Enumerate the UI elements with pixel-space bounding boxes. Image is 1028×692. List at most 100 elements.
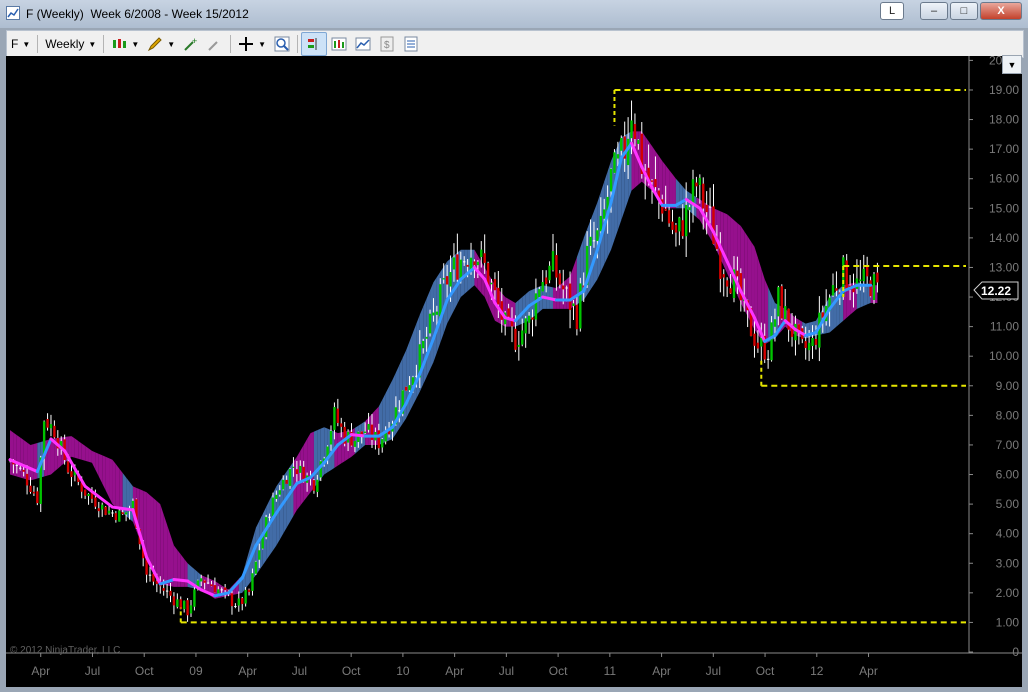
crosshair-button[interactable]: ▼ (234, 33, 270, 55)
candle-body (780, 286, 783, 319)
properties-button[interactable] (399, 33, 423, 55)
candle-body (575, 304, 579, 330)
candle-body (432, 312, 435, 316)
indicators-button[interactable] (351, 33, 375, 55)
band-segment (723, 212, 728, 274)
scroll-down-button[interactable]: ▼ (1002, 55, 1022, 74)
chevron-down-icon: ▼ (131, 39, 140, 49)
band-segment (447, 258, 451, 324)
candle-body (165, 590, 169, 592)
candle-body (548, 265, 551, 281)
time-tick-label: Apr (859, 664, 878, 678)
candle-body (855, 278, 859, 289)
time-tick-label: Oct (549, 664, 568, 678)
bar-style-button[interactable] (301, 32, 328, 56)
candle-body (247, 589, 251, 593)
candle-body (609, 168, 613, 192)
candle-body (565, 287, 568, 289)
candle-body (596, 230, 599, 241)
candle-body (210, 584, 213, 587)
chevron-down-icon: ▼ (22, 39, 31, 49)
price-tick-label: 7.00 (996, 438, 1020, 452)
candle-body (811, 337, 814, 347)
price-tick-label: 0 (1012, 645, 1019, 659)
link-button[interactable]: L (880, 2, 904, 20)
band-segment (163, 514, 168, 586)
candle-body (83, 489, 87, 496)
price-tick-label: 1.00 (996, 615, 1020, 629)
candle-body (562, 285, 565, 290)
bar-style-icon (308, 38, 317, 50)
band-segment (71, 436, 75, 458)
candle-body (524, 318, 527, 334)
candle-body (480, 249, 483, 257)
band-segment (109, 458, 113, 505)
candle-body (114, 513, 118, 521)
chart-canvas[interactable]: 20.0019.0018.0017.0016.0015.0014.0013.00… (6, 53, 1022, 687)
band-segment (95, 452, 99, 477)
candle-body (876, 272, 879, 283)
remove-crosshair-button[interactable] (203, 33, 227, 55)
candle-body (691, 179, 695, 204)
candle-body (794, 323, 797, 341)
band-segment (563, 279, 567, 309)
candle-body (613, 152, 616, 173)
band-segment (409, 332, 413, 412)
close-button[interactable]: X (980, 2, 1022, 20)
band-segment (433, 277, 437, 363)
candle-body (295, 469, 299, 475)
candle-body (579, 283, 582, 329)
time-tick-label: Apr (31, 664, 50, 678)
candle-body (32, 491, 36, 494)
chart-style-button[interactable]: ▼ (107, 33, 143, 55)
candle-body (425, 336, 428, 339)
candle-body (630, 120, 633, 139)
chevron-down-icon: ▼ (88, 39, 97, 49)
candle-body (336, 408, 340, 423)
strategies-button[interactable]: $ (375, 33, 399, 55)
candle-body (285, 479, 288, 484)
time-tick-label: Jul (292, 664, 307, 678)
add-crosshair-button[interactable]: + (179, 33, 203, 55)
maximize-button[interactable]: □ (950, 2, 978, 20)
price-chart[interactable]: 20.0019.0018.0017.0016.0015.0014.0013.00… (6, 53, 1022, 687)
candle-body (766, 358, 770, 360)
candle-body (667, 210, 671, 224)
crosshair-remove-icon (208, 41, 218, 51)
candle-body (650, 180, 654, 182)
period-selector[interactable]: Weekly ▼ (41, 33, 100, 55)
candle-body (97, 508, 100, 512)
candle-body (592, 240, 596, 242)
candlestick-bars (8, 100, 879, 622)
candle-body (777, 287, 780, 317)
candle-body (544, 277, 548, 285)
time-tick-label: Apr (445, 664, 464, 678)
candle-body (551, 251, 555, 271)
candle-body (370, 424, 374, 440)
band-segment (98, 453, 103, 484)
candle-body (674, 224, 678, 233)
candle-body (753, 333, 756, 346)
price-tick-label: 14.00 (989, 231, 1019, 245)
svg-text:$: $ (384, 40, 390, 51)
candle-body (517, 344, 521, 347)
candle-body (466, 264, 469, 267)
candle-body (572, 303, 575, 307)
data-box-button[interactable] (327, 33, 351, 55)
band-segment (85, 445, 89, 462)
candle-body (29, 485, 32, 493)
candle-body (101, 504, 104, 510)
candle-body (708, 206, 712, 208)
zoom-button[interactable] (270, 33, 294, 55)
candle-body (442, 278, 445, 280)
band-segment (102, 455, 106, 491)
candle-body (497, 287, 500, 305)
candle-body (787, 308, 790, 330)
window-controls: L – □ X (880, 2, 1022, 20)
candle-body (428, 313, 432, 334)
candle-body (654, 179, 657, 188)
instrument-selector[interactable]: F ▼ (7, 33, 34, 55)
candle-body (435, 311, 439, 315)
drawing-tool-button[interactable]: ▼ (143, 33, 179, 55)
minimize-button[interactable]: – (920, 2, 948, 20)
